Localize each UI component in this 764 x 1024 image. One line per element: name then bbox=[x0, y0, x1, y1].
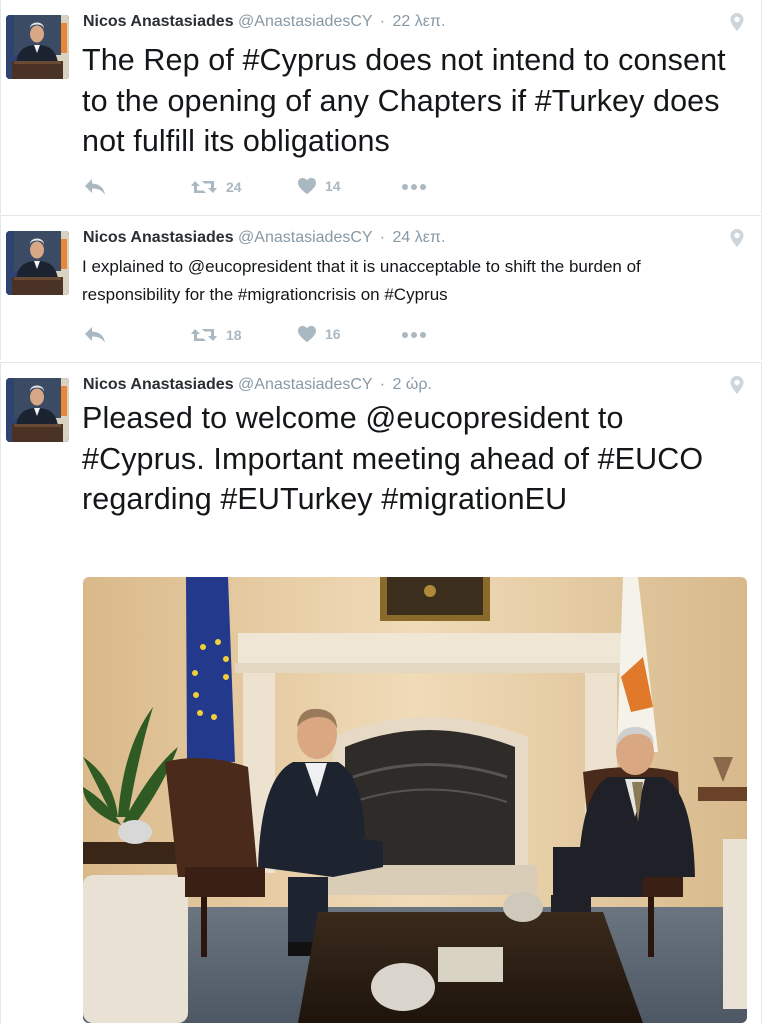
author-handle[interactable]: @AnastasiadesCY bbox=[238, 229, 372, 246]
timestamp[interactable]: 22 λεπ. bbox=[393, 13, 446, 30]
more-icon bbox=[401, 331, 427, 339]
timestamp[interactable]: 2 ώρ. bbox=[393, 376, 432, 393]
avatar[interactable] bbox=[6, 15, 69, 79]
like-count: 14 bbox=[325, 178, 341, 194]
like-button[interactable]: 16 bbox=[297, 325, 341, 343]
author-name[interactable]: Nicos Anastasiades bbox=[83, 13, 234, 30]
separator: · bbox=[379, 376, 386, 393]
meeting-photo bbox=[83, 577, 747, 1023]
separator: · bbox=[379, 229, 386, 246]
heart-icon bbox=[297, 177, 317, 195]
tweet-header: Nicos Anastasiades @AnastasiadesCY · 22 … bbox=[83, 13, 445, 31]
tweet-actions: 18 16 bbox=[83, 325, 443, 345]
retweet-icon bbox=[190, 325, 218, 345]
avatar[interactable] bbox=[6, 378, 69, 442]
retweet-icon bbox=[190, 177, 218, 197]
tweet[interactable]: Nicos Anastasiades @AnastasiadesCY · 22 … bbox=[0, 0, 762, 214]
tweet-header: Nicos Anastasiades @AnastasiadesCY · 2 ώ… bbox=[83, 376, 432, 394]
separator: · bbox=[379, 13, 386, 30]
location-pin-icon[interactable] bbox=[727, 375, 747, 395]
retweet-button[interactable]: 18 bbox=[190, 325, 242, 345]
author-name[interactable]: Nicos Anastasiades bbox=[83, 376, 234, 393]
tweet-actions: 24 14 bbox=[83, 177, 443, 197]
author-handle[interactable]: @AnastasiadesCY bbox=[238, 13, 372, 30]
tweet-text: The Rep of #Cyprus does not intend to co… bbox=[82, 43, 726, 158]
reply-button[interactable] bbox=[83, 177, 107, 197]
reply-button[interactable] bbox=[83, 325, 107, 345]
heart-icon bbox=[297, 325, 317, 343]
location-pin-icon[interactable] bbox=[727, 12, 747, 32]
avatar-image bbox=[6, 378, 69, 442]
avatar[interactable] bbox=[6, 231, 69, 295]
timestamp[interactable]: 24 λεπ. bbox=[393, 229, 446, 246]
tweet-photo[interactable] bbox=[83, 577, 747, 1023]
location-pin-icon[interactable] bbox=[727, 228, 747, 248]
avatar-image bbox=[6, 15, 69, 79]
tweet-header: Nicos Anastasiades @AnastasiadesCY · 24 … bbox=[83, 229, 445, 247]
tweet-text: I explained to @eucopresident that it is… bbox=[82, 257, 641, 304]
like-button[interactable]: 14 bbox=[297, 177, 341, 195]
more-button[interactable] bbox=[401, 331, 427, 339]
more-icon bbox=[401, 183, 427, 191]
tweet[interactable]: Nicos Anastasiades @AnastasiadesCY · 2 ώ… bbox=[0, 362, 762, 1024]
tweet[interactable]: Nicos Anastasiades @AnastasiadesCY · 24 … bbox=[0, 215, 762, 360]
reply-icon bbox=[83, 325, 107, 345]
reply-icon bbox=[83, 177, 107, 197]
more-button[interactable] bbox=[401, 183, 427, 191]
author-handle[interactable]: @AnastasiadesCY bbox=[238, 376, 372, 393]
like-count: 16 bbox=[325, 326, 341, 342]
avatar-image bbox=[6, 231, 69, 295]
retweet-count: 18 bbox=[226, 327, 242, 343]
author-name[interactable]: Nicos Anastasiades bbox=[83, 229, 234, 246]
tweet-text: Pleased to welcome @eucopresident to #Cy… bbox=[82, 401, 704, 516]
retweet-button[interactable]: 24 bbox=[190, 177, 242, 197]
retweet-count: 24 bbox=[226, 179, 242, 195]
